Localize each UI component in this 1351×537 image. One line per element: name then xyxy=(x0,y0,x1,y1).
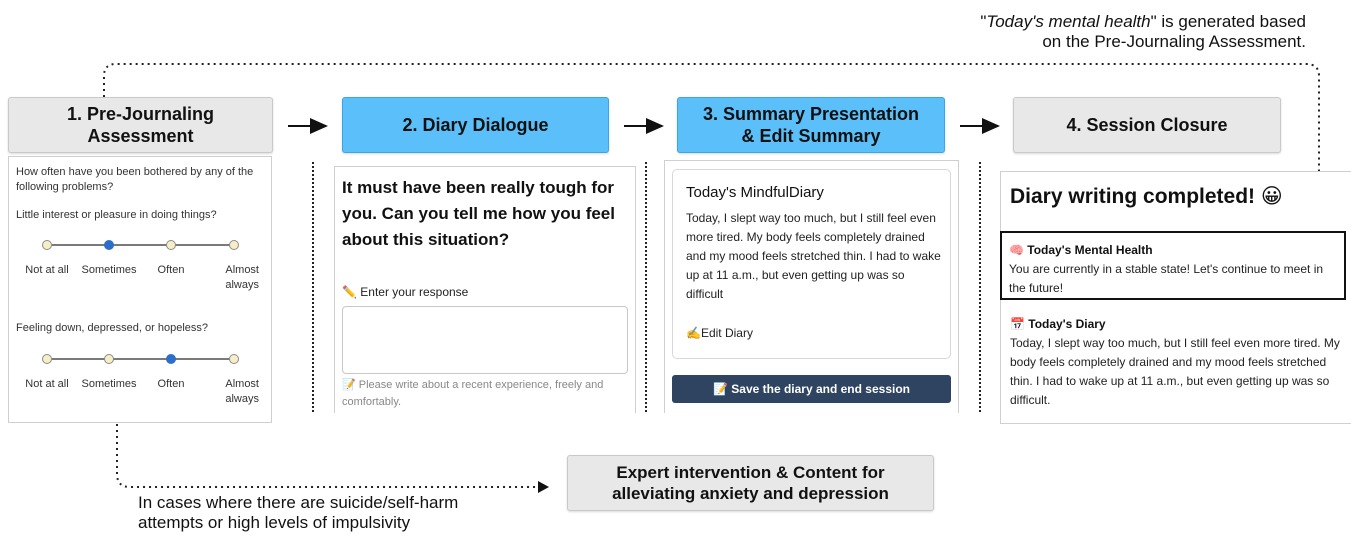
edit-diary-button[interactable]: ✍️Edit Diary xyxy=(686,326,753,340)
assessment-panel: How often have you been bothered by any … xyxy=(8,156,272,423)
separator-3 xyxy=(979,162,981,412)
save-diary-button[interactable]: 📝 Save the diary and end session xyxy=(672,375,951,403)
step-4-header: 4. Session Closure xyxy=(1013,97,1281,153)
scale-2-option-sometimes[interactable] xyxy=(104,354,114,364)
step-1-header: 1. Pre-Journaling Assessment xyxy=(8,97,273,153)
scale-1-label-sometimes: Sometimes xyxy=(81,264,137,276)
response-textarea[interactable] xyxy=(342,306,628,374)
closure-panel: Diary writing completed! 😀 🧠 Today's Men… xyxy=(1000,171,1351,424)
scale-2-label-not-at-all: Not at all xyxy=(25,378,69,390)
step-3-header: 3. Summary Presentation & Edit Summary xyxy=(677,97,945,153)
scale-1-label-often: Often xyxy=(157,264,185,276)
scale-2-track xyxy=(52,358,234,360)
scale-1-track xyxy=(52,244,234,246)
dialogue-prompt: It must have been really tough for you. … xyxy=(342,178,615,249)
closure-heading: Diary writing completed! 😀 xyxy=(1010,185,1283,208)
mental-health-text: You are currently in a stable state! Let… xyxy=(1009,262,1324,295)
separator-1 xyxy=(312,162,314,412)
bottom-note: In cases where there are suicide/self-ha… xyxy=(138,493,459,532)
separator-2 xyxy=(645,162,647,412)
assessment-intro: How often have you been bothered by any … xyxy=(16,166,254,193)
todays-diary-title: 📅 Today's Diary xyxy=(1010,317,1106,331)
scale-1-label-not-at-all: Not at all xyxy=(25,264,69,276)
scale-2-option-almost-always[interactable] xyxy=(229,354,239,364)
bottom-escalation-line xyxy=(116,424,540,488)
mental-health-title: 🧠 Today's Mental Health xyxy=(1009,243,1153,257)
dialogue-panel: It must have been really tough for you. … xyxy=(334,166,636,413)
scale-1-label-almost-always: Almost always xyxy=(225,264,259,291)
step-2-header: 2. Diary Dialogue xyxy=(342,97,609,153)
expert-intervention-box: Expert intervention & Content for allevi… xyxy=(567,455,934,511)
scale-2-option-often[interactable] xyxy=(166,354,176,364)
assessment-item-1: Little interest or pleasure in doing thi… xyxy=(16,209,217,221)
scale-1-option-sometimes[interactable] xyxy=(104,240,114,250)
scale-2-label-almost-always: Almost always xyxy=(225,378,259,405)
response-label: ✏️ Enter your response xyxy=(342,285,469,299)
summary-card: Today's MindfulDiary Today, I slept way … xyxy=(672,169,951,359)
scale-1-option-not-at-all[interactable] xyxy=(42,240,52,250)
scale-2-label-sometimes: Sometimes xyxy=(81,378,137,390)
summary-text: Today, I slept way too much, but I still… xyxy=(686,211,941,301)
mental-health-box: 🧠 Today's Mental Health You are currentl… xyxy=(1000,231,1346,300)
bottom-arrowhead xyxy=(538,481,549,493)
scale-1-option-often[interactable] xyxy=(166,240,176,250)
assessment-item-2: Feeling down, depressed, or hopeless? xyxy=(16,322,209,334)
top-note: "Today's mental health" is generated bas… xyxy=(980,12,1306,51)
scale-1-option-almost-always[interactable] xyxy=(229,240,239,250)
scale-2-option-not-at-all[interactable] xyxy=(42,354,52,364)
summary-title: Today's MindfulDiary xyxy=(686,184,824,201)
todays-diary-text: Today, I slept way too much, but I still… xyxy=(1010,336,1340,407)
response-hint: 📝 Please write about a recent experience… xyxy=(342,379,604,408)
scale-2-label-often: Often xyxy=(157,378,185,390)
summary-panel: Today's MindfulDiary Today, I slept way … xyxy=(664,160,959,413)
